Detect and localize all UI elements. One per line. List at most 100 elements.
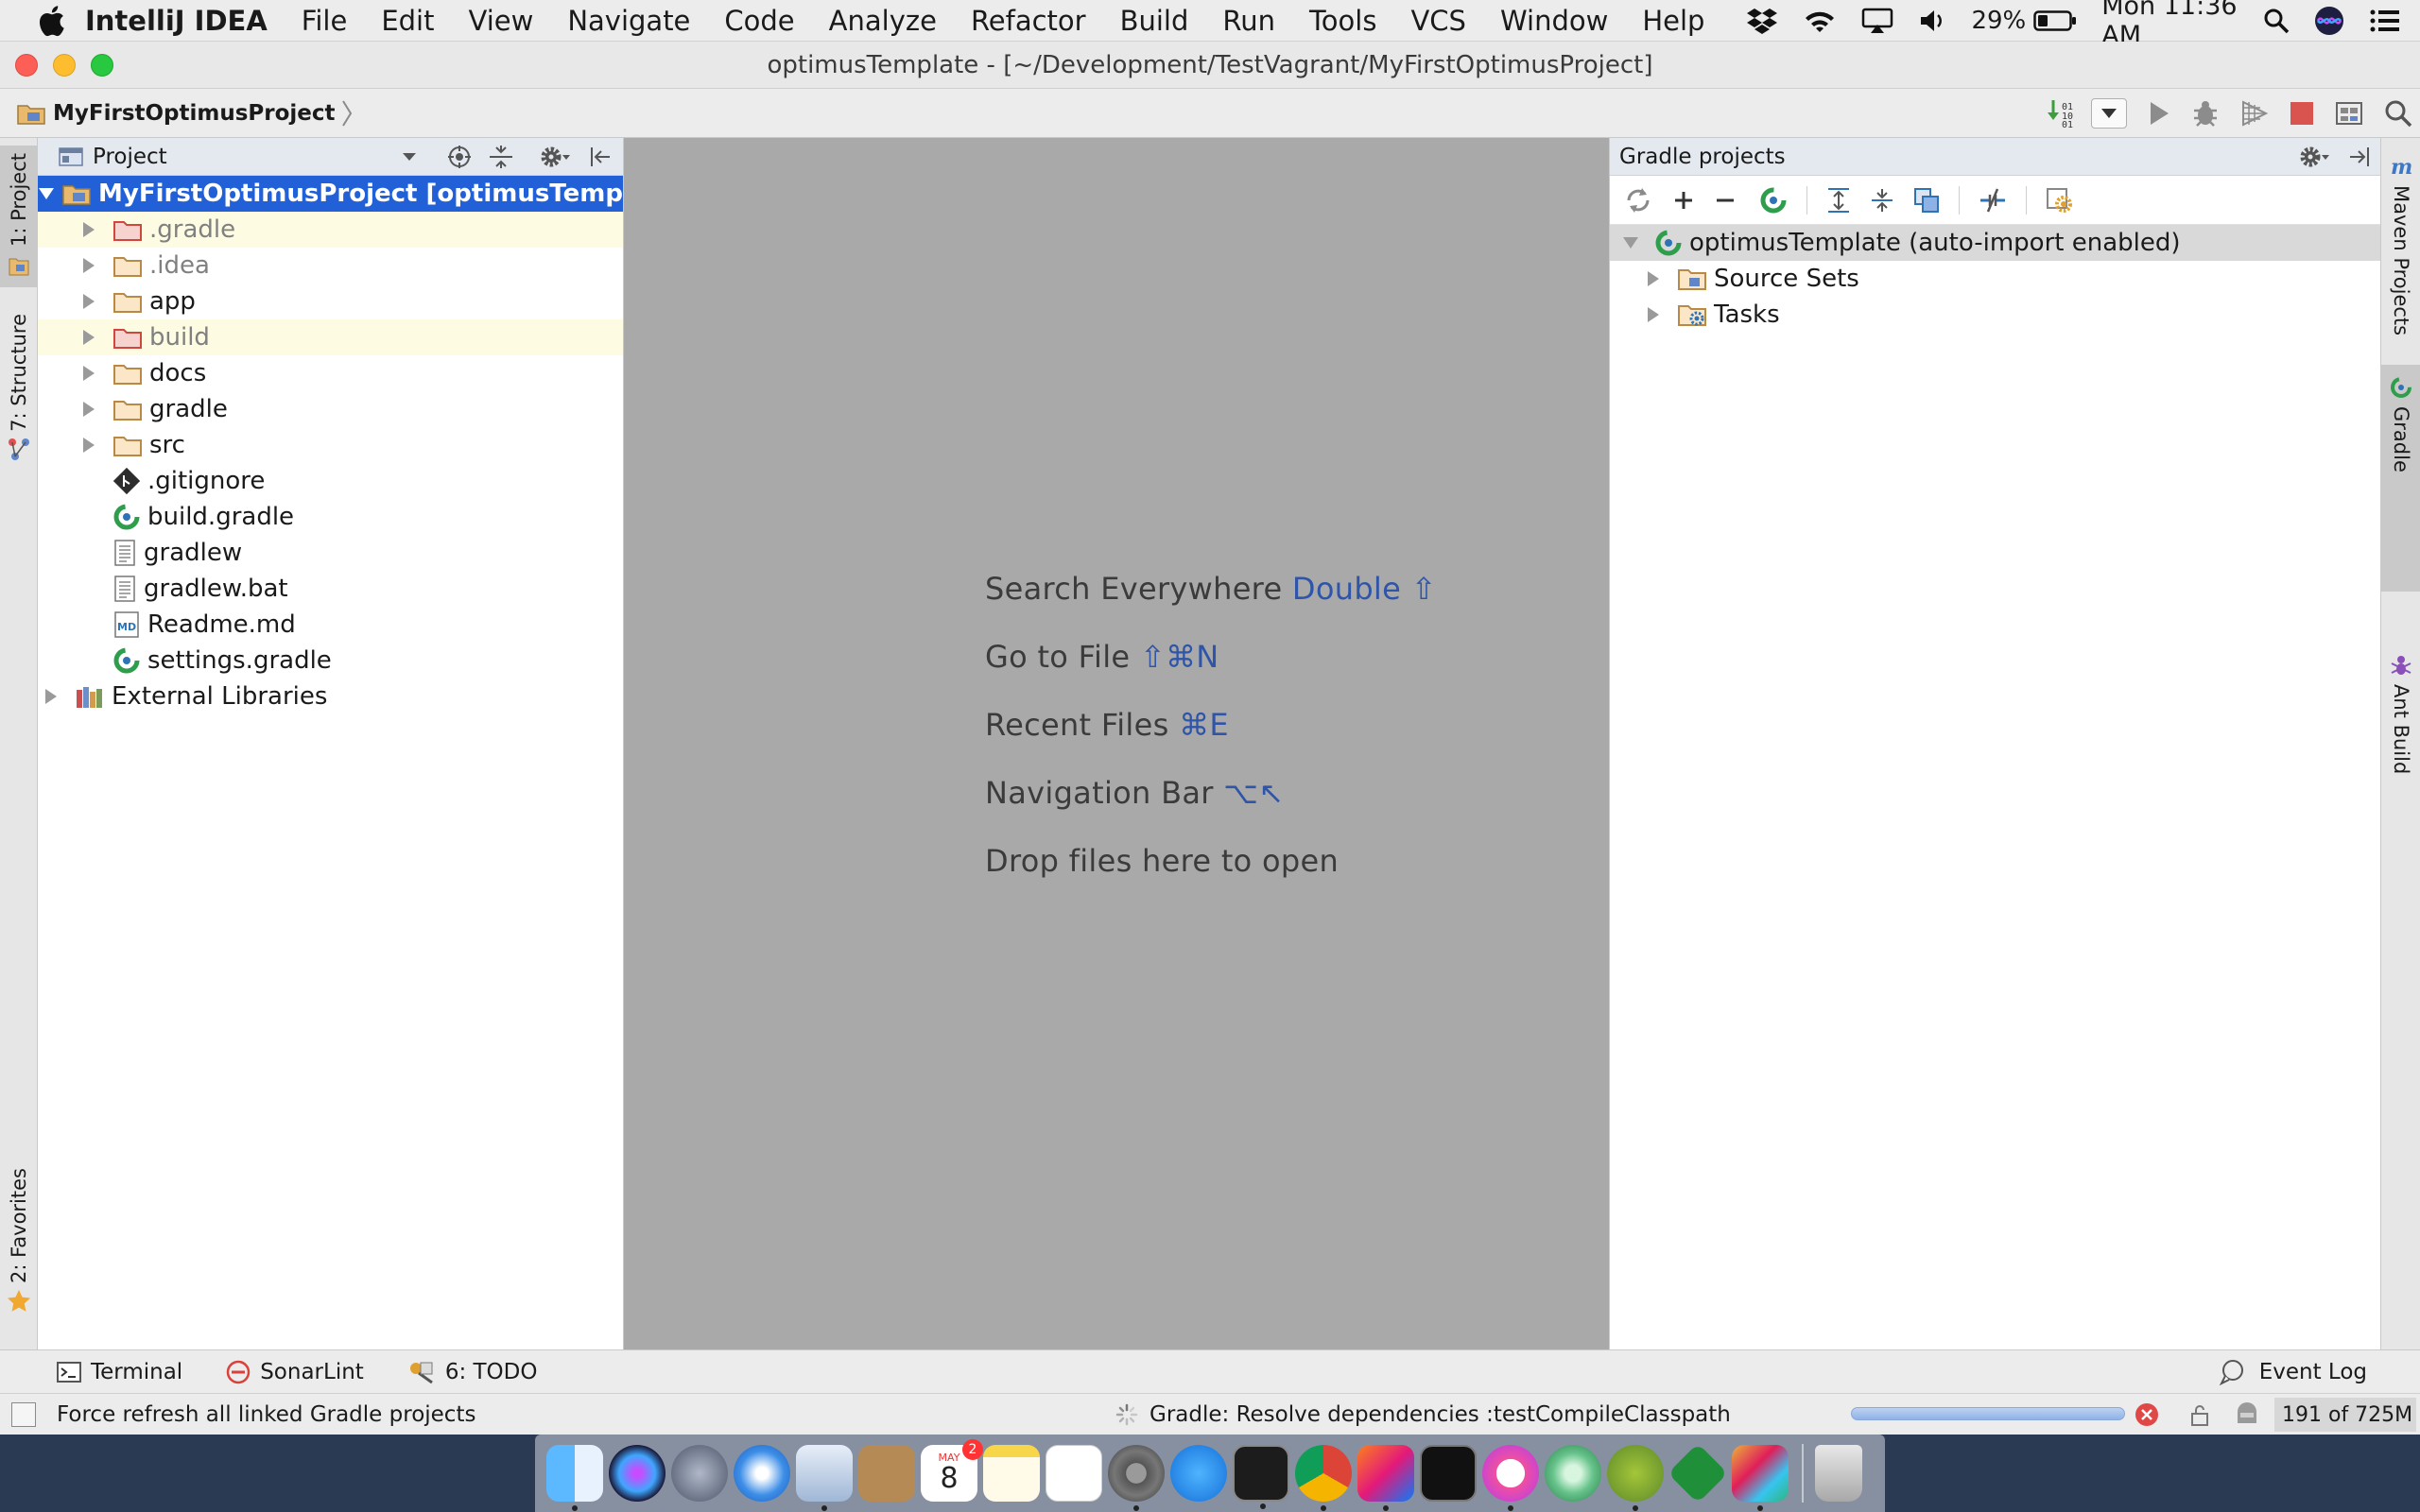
tree-item-app[interactable]: app: [38, 284, 623, 319]
contacts-icon[interactable]: [858, 1445, 915, 1502]
tree-item-build[interactable]: build: [38, 319, 623, 355]
tree-item-external-libraries[interactable]: External Libraries: [38, 679, 623, 714]
slack-icon[interactable]: [1732, 1445, 1789, 1511]
app-store-icon[interactable]: [1170, 1445, 1227, 1502]
reminders-icon[interactable]: [1046, 1445, 1102, 1502]
itunes-icon[interactable]: [1482, 1445, 1539, 1511]
menu-window[interactable]: Window: [1483, 0, 1625, 42]
volume-icon[interactable]: [1918, 8, 1946, 34]
collapsed-arrow-icon[interactable]: [76, 391, 102, 427]
editor-empty-area[interactable]: Search Everywhere Double ⇧ Go to File ⇧⌘…: [624, 138, 1609, 1349]
tool-tab-project[interactable]: 1: Project: [0, 146, 38, 287]
system-preferences-icon[interactable]: [1108, 1445, 1165, 1511]
refresh-all-icon[interactable]: [1623, 186, 1653, 215]
tree-item-dot-gradle[interactable]: .gradle: [38, 212, 623, 248]
safari-icon[interactable]: [734, 1445, 790, 1502]
gradle-settings-icon[interactable]: [2046, 187, 2074, 214]
tree-item-idea[interactable]: .idea: [38, 248, 623, 284]
gradle-tree-tasks[interactable]: Tasks: [1610, 297, 2380, 333]
calendar-icon[interactable]: MAY 8 2: [921, 1439, 983, 1502]
breadcrumb[interactable]: MyFirstOptimusProject: [17, 99, 360, 128]
tree-item-gradle[interactable]: gradle: [38, 391, 623, 427]
tree-item-src[interactable]: src: [38, 427, 623, 463]
toggle-tool-windows-button[interactable]: [11, 1401, 36, 1427]
tool-tab-structure[interactable]: 7: Structure: [0, 314, 38, 460]
menu-file[interactable]: File: [285, 0, 365, 42]
hide-panel-icon[interactable]: [589, 146, 612, 168]
collapsed-arrow-icon[interactable]: [76, 427, 102, 463]
menu-edit[interactable]: Edit: [364, 0, 451, 42]
menu-app-name[interactable]: IntelliJ IDEA: [78, 0, 285, 42]
collapsed-arrow-icon[interactable]: [76, 355, 102, 391]
window-close-button[interactable]: [15, 54, 38, 77]
battery-icon[interactable]: [2033, 9, 2077, 32]
tree-item-gitignore[interactable]: .gitignore: [38, 463, 623, 499]
mail-icon[interactable]: [796, 1445, 853, 1511]
menu-code[interactable]: Code: [707, 0, 811, 42]
scroll-from-source-icon[interactable]: [447, 145, 472, 169]
notification-center-icon[interactable]: [2369, 8, 2401, 34]
tool-tab-maven-projects[interactable]: m Maven Projects: [2381, 157, 2420, 335]
siri-app-icon[interactable]: [609, 1445, 666, 1502]
airplay-icon[interactable]: [1861, 8, 1893, 34]
menu-view[interactable]: View: [452, 0, 551, 42]
window-zoom-button[interactable]: [91, 54, 113, 77]
collapsed-arrow-icon[interactable]: [1640, 261, 1667, 297]
apple-icon[interactable]: [25, 0, 78, 42]
tool-tab-ant-build[interactable]: Ant Build: [2381, 654, 2420, 774]
menu-tools[interactable]: Tools: [1292, 0, 1393, 42]
run-with-coverage-icon[interactable]: [2240, 99, 2269, 128]
spotlight-search-icon[interactable]: [2263, 8, 2290, 34]
gear-icon[interactable]: [540, 145, 572, 169]
atom-icon[interactable]: [1545, 1445, 1601, 1502]
siri-icon[interactable]: [2314, 6, 2344, 36]
run-icon[interactable]: [2148, 100, 2170, 127]
add-icon[interactable]: [1672, 189, 1695, 212]
chrome-icon[interactable]: [1295, 1445, 1352, 1511]
expanded-arrow-icon[interactable]: [38, 176, 55, 212]
collapsed-arrow-icon[interactable]: [38, 679, 64, 714]
memory-indicator[interactable]: 191 of 725M: [2274, 1398, 2416, 1432]
menu-help[interactable]: Help: [1625, 0, 1721, 42]
tool-tab-terminal[interactable]: Terminal: [57, 1360, 182, 1384]
tool-tab-event-log[interactable]: Event Log: [2219, 1359, 2420, 1385]
hector-inspection-icon[interactable]: [2235, 1402, 2259, 1427]
vcs-update-icon[interactable]: 01 10 01: [2046, 98, 2078, 129]
collapsed-arrow-icon[interactable]: [76, 248, 102, 284]
menu-analyze[interactable]: Analyze: [812, 0, 954, 42]
tree-item-docs[interactable]: docs: [38, 355, 623, 391]
read-only-lock-icon[interactable]: [2189, 1403, 2210, 1426]
menu-run[interactable]: Run: [1205, 0, 1292, 42]
window-minimize-button[interactable]: [53, 54, 76, 77]
expand-all-icon[interactable]: [1826, 187, 1851, 214]
tool-tab-gradle[interactable]: Gradle: [2381, 365, 2420, 592]
notes-icon[interactable]: [983, 1445, 1040, 1502]
hide-panel-icon[interactable]: [2348, 146, 2371, 168]
tool-tab-todo[interactable]: 6: TODO: [407, 1360, 537, 1384]
toggle-offline-icon[interactable]: [1979, 187, 2007, 214]
tool-tab-sonarlint[interactable]: SonarLint: [226, 1360, 364, 1384]
gradle-tree-root[interactable]: optimusTemplate (auto-import enabled): [1610, 225, 2380, 261]
execute-gradle-task-icon[interactable]: [1759, 186, 1788, 215]
tree-item-build-gradle[interactable]: build.gradle: [38, 499, 623, 535]
gradle-tree-source-sets[interactable]: Source Sets: [1610, 261, 2380, 297]
dropbox-icon[interactable]: [1746, 7, 1778, 35]
activity-monitor-icon[interactable]: [1420, 1445, 1477, 1502]
project-structure-icon[interactable]: [2335, 99, 2363, 128]
menu-build[interactable]: Build: [1103, 0, 1206, 42]
search-everywhere-icon[interactable]: [2384, 99, 2412, 128]
tree-item-gradlew[interactable]: gradlew: [38, 535, 623, 571]
project-view-selector[interactable]: Project: [93, 145, 167, 169]
run-config-dropdown[interactable]: [2091, 97, 2127, 129]
expanded-arrow-icon[interactable]: [1617, 225, 1644, 261]
background-task[interactable]: Gradle: Resolve dependencies :testCompil…: [1115, 1402, 1731, 1427]
attach-project-icon[interactable]: [1913, 187, 1940, 214]
cancel-task-icon[interactable]: [2135, 1402, 2159, 1427]
collapse-all-icon[interactable]: [489, 145, 513, 169]
view-dropdown-arrow-icon[interactable]: [402, 152, 417, 162]
launchpad-icon[interactable]: [671, 1445, 728, 1502]
tree-item-settings-gradle[interactable]: settings.gradle: [38, 643, 623, 679]
menu-navigate[interactable]: Navigate: [550, 0, 707, 42]
wifi-icon[interactable]: [1803, 8, 1837, 34]
tree-item-gradlew-bat[interactable]: gradlew.bat: [38, 571, 623, 607]
